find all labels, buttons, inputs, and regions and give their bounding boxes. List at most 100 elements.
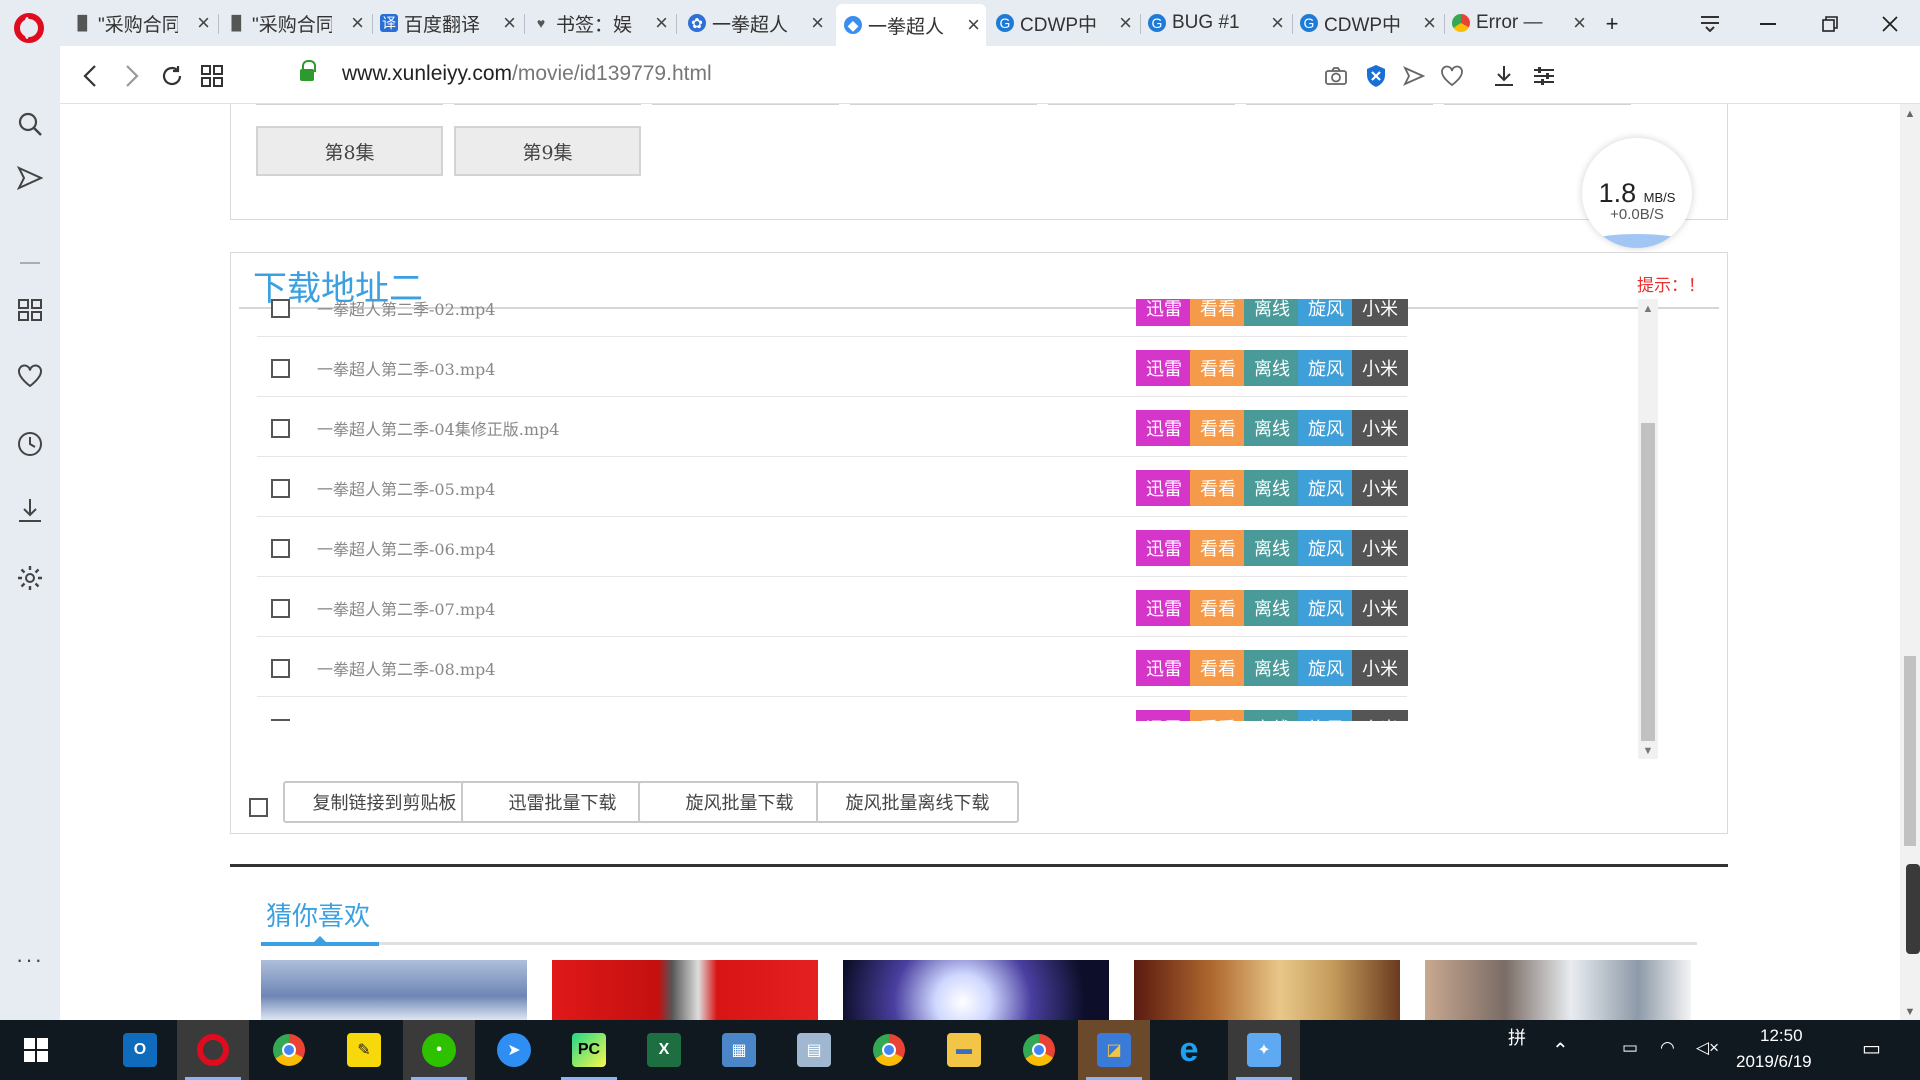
downloads-icon[interactable] bbox=[1484, 56, 1524, 96]
download-button[interactable]: 旋风 bbox=[1298, 530, 1354, 566]
back-button[interactable] bbox=[70, 56, 110, 96]
secure-lock-icon[interactable] bbox=[300, 60, 316, 82]
forward-button[interactable] bbox=[112, 56, 152, 96]
download-button[interactable]: 旋风 bbox=[1298, 299, 1354, 326]
download-button[interactable]: 看看 bbox=[1190, 350, 1246, 386]
download-button[interactable]: 小米 bbox=[1352, 650, 1408, 686]
reload-button[interactable] bbox=[152, 56, 192, 96]
download-button[interactable]: 离线 bbox=[1244, 530, 1300, 566]
snapshot-camera-icon[interactable] bbox=[1316, 56, 1356, 96]
bookmarks-heart-icon[interactable] bbox=[14, 360, 46, 392]
browser-tab[interactable]: ▉ "采购合同 × bbox=[66, 6, 216, 40]
adblock-shield-icon[interactable] bbox=[1356, 56, 1396, 96]
file-name[interactable]: 一拳超人第二季-09.mp4 bbox=[317, 716, 495, 721]
more-options-icon[interactable]: ··· bbox=[14, 944, 46, 976]
download-button[interactable]: 离线 bbox=[1244, 470, 1300, 506]
tab-close-icon[interactable]: × bbox=[1271, 10, 1284, 36]
chrome-icon-2[interactable] bbox=[853, 1020, 925, 1080]
recommend-thumbnail-1[interactable] bbox=[261, 960, 527, 1020]
download-button[interactable]: 看看 bbox=[1190, 470, 1246, 506]
settings-gear-icon[interactable] bbox=[14, 562, 46, 594]
chrome-icon-3[interactable] bbox=[1003, 1020, 1075, 1080]
download-button[interactable]: 小米 bbox=[1352, 350, 1408, 386]
download-button[interactable]: 看看 bbox=[1190, 530, 1246, 566]
download-button[interactable]: 小米 bbox=[1352, 710, 1408, 721]
browser-tab[interactable]: G CDWP中 × bbox=[988, 6, 1138, 40]
episode-button-hidden-6[interactable] bbox=[1246, 104, 1433, 105]
download-button[interactable]: 小米 bbox=[1352, 410, 1408, 446]
wifi-icon[interactable]: ◠ bbox=[1660, 1038, 1675, 1058]
recommend-thumbnail-2[interactable] bbox=[552, 960, 818, 1020]
wechat-icon[interactable]: • bbox=[403, 1020, 475, 1080]
file-checkbox[interactable] bbox=[271, 539, 290, 558]
download-button[interactable]: 迅雷 bbox=[1136, 530, 1192, 566]
close-window-button[interactable] bbox=[1870, 4, 1910, 44]
episode-button-hidden-2[interactable] bbox=[454, 104, 641, 105]
file-checkbox[interactable] bbox=[271, 359, 290, 378]
chrome-icon[interactable] bbox=[253, 1020, 325, 1080]
batch-action-button[interactable]: 迅雷批量下载 bbox=[461, 781, 664, 823]
select-all-checkbox[interactable] bbox=[249, 798, 268, 817]
tab-close-icon[interactable]: × bbox=[1119, 10, 1132, 36]
download-button[interactable]: 迅雷 bbox=[1136, 590, 1192, 626]
file-name[interactable]: 一拳超人第二季-08.mp4 bbox=[317, 656, 495, 680]
tab-close-icon[interactable]: × bbox=[967, 12, 980, 38]
episode-button-hidden-5[interactable] bbox=[1048, 104, 1235, 105]
download-speed-widget[interactable]: 1.8 MB/S +0.0B/S bbox=[1582, 138, 1692, 248]
bookmark-heart-icon[interactable] bbox=[1432, 56, 1472, 96]
download-button[interactable]: 迅雷 bbox=[1136, 650, 1192, 686]
clock-date[interactable]: 2019/6/19 bbox=[1736, 1052, 1812, 1072]
browser-tab[interactable]: ✿ 一拳超人 × bbox=[680, 6, 830, 40]
file-name[interactable]: 一拳超人第二季-04集修正版.mp4 bbox=[317, 416, 559, 440]
download-button[interactable]: 看看 bbox=[1190, 590, 1246, 626]
speed-dial-icon[interactable] bbox=[192, 56, 232, 96]
download-button[interactable]: 离线 bbox=[1244, 590, 1300, 626]
download-button[interactable]: 小米 bbox=[1352, 530, 1408, 566]
download-button[interactable]: 旋风 bbox=[1298, 470, 1354, 506]
ime-indicator[interactable]: 拼 bbox=[1508, 1024, 1526, 1050]
download-button[interactable]: 看看 bbox=[1190, 299, 1246, 326]
browser-tab[interactable]: ◆ 一拳超人 × bbox=[836, 4, 986, 46]
browser-tab[interactable]: G BUG #1 × bbox=[1140, 6, 1290, 40]
download-button[interactable]: 迅雷 bbox=[1136, 710, 1192, 721]
file-checkbox[interactable] bbox=[271, 479, 290, 498]
search-icon[interactable] bbox=[14, 108, 46, 140]
new-tab-button[interactable]: + bbox=[1592, 4, 1632, 44]
browser-tab[interactable]: G CDWP中 × bbox=[1292, 6, 1442, 40]
tab-close-icon[interactable]: × bbox=[351, 10, 364, 36]
tab-close-icon[interactable]: × bbox=[811, 10, 824, 36]
recommend-thumbnail-4[interactable] bbox=[1134, 960, 1400, 1020]
download-button[interactable]: 离线 bbox=[1244, 410, 1300, 446]
download-button[interactable]: 旋风 bbox=[1298, 710, 1354, 721]
file-list-scroll-thumb[interactable] bbox=[1641, 423, 1655, 741]
browser-tab[interactable]: Error — × bbox=[1444, 6, 1592, 40]
download-button[interactable]: 旋风 bbox=[1298, 590, 1354, 626]
batch-action-button[interactable]: 复制链接到剪贴板 bbox=[283, 781, 486, 823]
download-button[interactable]: 离线 bbox=[1244, 299, 1300, 326]
clock-time[interactable]: 12:50 bbox=[1760, 1026, 1803, 1046]
tray-expand-icon[interactable]: ⌃ bbox=[1552, 1038, 1569, 1063]
browser-tab[interactable]: 译百度翻译 × bbox=[372, 6, 522, 40]
image-viewer-icon[interactable]: ▦ bbox=[703, 1020, 775, 1080]
xunlei-icon[interactable]: ✦ bbox=[1228, 1020, 1300, 1080]
feishu-icon[interactable]: ➤ bbox=[478, 1020, 550, 1080]
download-button[interactable]: 离线 bbox=[1244, 650, 1300, 686]
batch-action-button[interactable]: 旋风批量下载 bbox=[638, 781, 841, 823]
page-scroll-thumb[interactable] bbox=[1904, 656, 1916, 846]
download-button[interactable]: 看看 bbox=[1190, 650, 1246, 686]
history-clock-icon[interactable] bbox=[14, 428, 46, 460]
episode-button-8[interactable]: 第8集 bbox=[256, 126, 443, 176]
page-scroll-down-icon[interactable]: ▼ bbox=[1900, 1006, 1920, 1018]
opera-menu-icon[interactable] bbox=[14, 13, 44, 43]
download-button[interactable]: 小米 bbox=[1352, 470, 1408, 506]
file-checkbox[interactable] bbox=[271, 419, 290, 438]
pycharm-icon[interactable]: PC bbox=[553, 1020, 625, 1080]
opera-taskbar-icon[interactable] bbox=[177, 1020, 249, 1080]
download-button[interactable]: 迅雷 bbox=[1136, 470, 1192, 506]
battery-icon[interactable]: ▭ bbox=[1622, 1038, 1638, 1058]
restore-button[interactable] bbox=[1810, 4, 1850, 44]
file-manager-icon[interactable]: ◪ bbox=[1078, 1020, 1150, 1080]
download-button[interactable]: 旋风 bbox=[1298, 410, 1354, 446]
batch-action-button[interactable]: 旋风批量离线下载 bbox=[816, 781, 1019, 823]
download-button[interactable]: 旋风 bbox=[1298, 650, 1354, 686]
